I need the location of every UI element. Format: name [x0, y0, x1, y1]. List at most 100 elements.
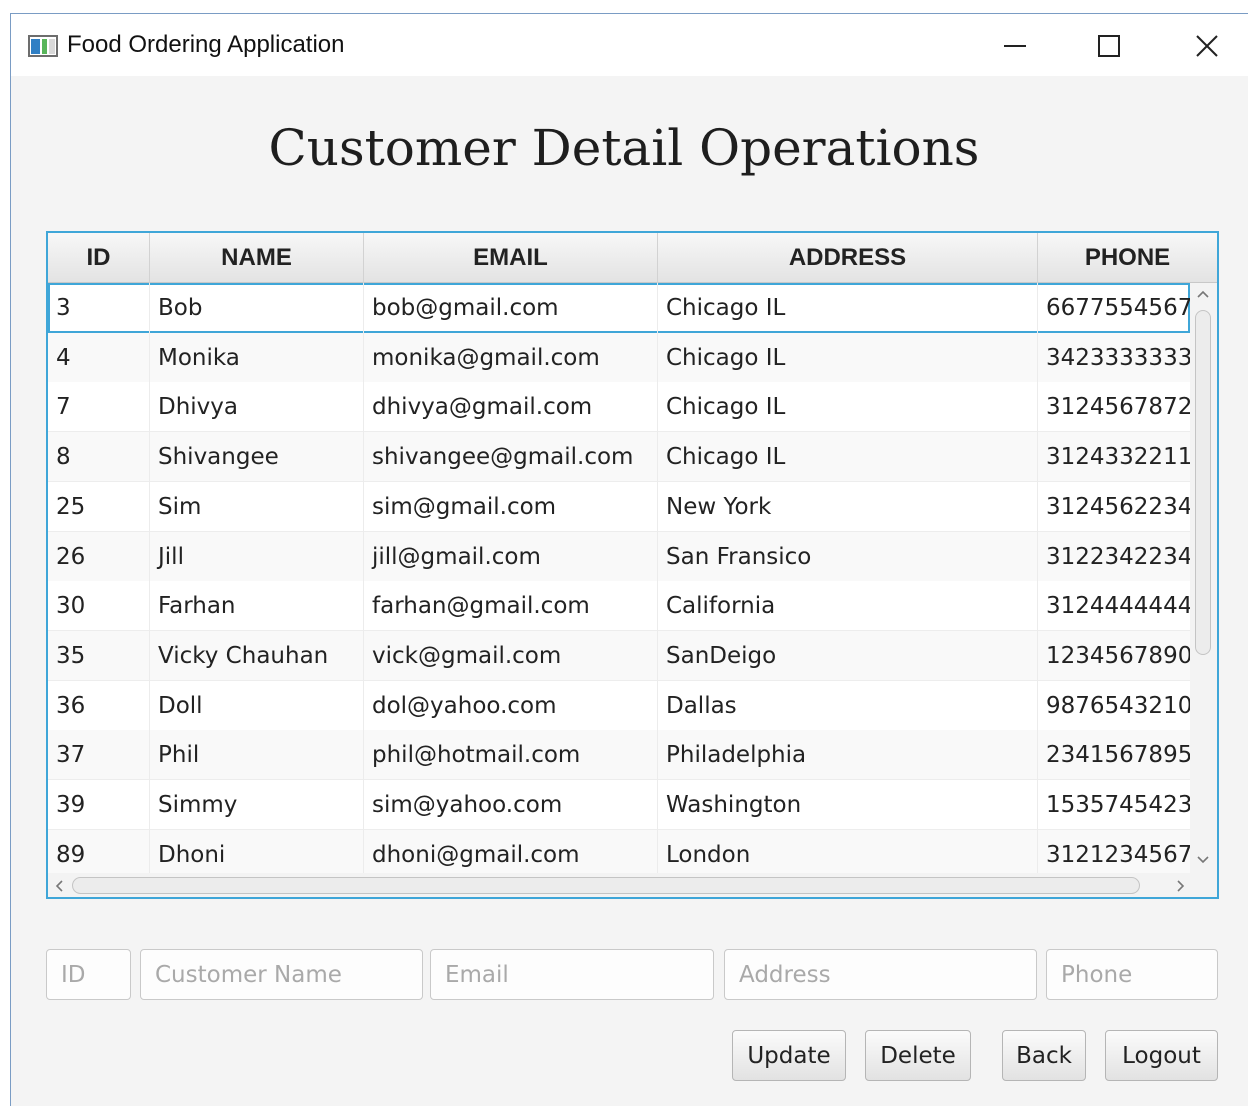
customer-table[interactable]: ID NAME EMAIL ADDRESS PHONE 3 Bob bob@gmai… [46, 231, 1219, 899]
table-row[interactable]: 25 Sim sim@gmail.com New York 3124562234 [48, 481, 1190, 532]
cell-id: 36 [48, 680, 150, 731]
cell-phone: 3124332211 [1046, 444, 1190, 471]
table-row[interactable]: 39 Simmy sim@yahoo.com Washington 1535745423 [48, 780, 1190, 830]
cell-id: 35 [48, 630, 150, 681]
cell-email: farhan@gmail.com [364, 581, 658, 632]
cell-address: SanDeigo [658, 630, 1038, 681]
cell-email: vick@gmail.com [364, 630, 658, 681]
cell-address: Philadelphia [658, 730, 1038, 781]
scroll-left-icon[interactable] [52, 879, 66, 893]
cell-id: 7 [48, 382, 150, 433]
table-row[interactable]: 8 Shivangee shivangee@gmail.com Chicago IL 3… [48, 432, 1190, 483]
cell-email: bob@gmail.com [364, 283, 658, 333]
cell-address: New York [658, 481, 1038, 532]
table-header: ID NAME EMAIL ADDRESS PHONE [48, 233, 1217, 283]
close-button[interactable] [1185, 24, 1229, 68]
table-row[interactable]: 89 Dhoni dhoni@gmail.com London 3121234567 [48, 829, 1190, 873]
cell-email: jill@gmail.com [364, 531, 658, 582]
cell-name: Vicky Chauhan [150, 630, 364, 681]
horizontal-scrollbar[interactable] [48, 873, 1217, 897]
update-button[interactable]: Update [732, 1030, 846, 1081]
cell-name: Farhan [150, 581, 364, 632]
cell-address: Chicago IL [658, 332, 1038, 383]
table-row[interactable]: 37 Phil phil@hotmail.com Philadelphia 234156… [48, 730, 1190, 781]
vertical-scrollbar[interactable] [1190, 283, 1217, 873]
cell-email: monika@gmail.com [364, 332, 658, 383]
cell-phone: 3423333333 [1046, 344, 1190, 371]
cell-address: Chicago IL [658, 283, 1038, 333]
column-header-id[interactable]: ID [48, 233, 150, 283]
cell-email: dhivya@gmail.com [364, 382, 658, 433]
cell-phone: 3124562234 [1046, 493, 1190, 520]
logout-button[interactable]: Logout [1105, 1030, 1218, 1081]
cell-phone: 1234567890 [1046, 642, 1190, 669]
column-header-name[interactable]: NAME [150, 233, 364, 283]
table-row[interactable]: 4 Monika monika@gmail.com Chicago IL 3423333… [48, 332, 1190, 383]
delete-button[interactable]: Delete [865, 1030, 971, 1081]
cell-name: Dhivya [150, 382, 364, 433]
table-row[interactable]: 30 Farhan farhan@gmail.com California 312444… [48, 581, 1190, 632]
scroll-down-icon[interactable] [1196, 853, 1210, 867]
cell-address: London [658, 829, 1038, 873]
cell-name: Bob [150, 283, 364, 333]
cell-id: 26 [48, 531, 150, 582]
cell-name: Phil [150, 730, 364, 781]
minimize-icon [1004, 45, 1026, 47]
cell-address: Dallas [658, 680, 1038, 731]
close-icon [1196, 35, 1218, 57]
cell-phone: 9876543210 [1046, 692, 1190, 719]
cell-id: 30 [48, 581, 150, 632]
table-row[interactable]: 36 Doll dol@yahoo.com Dallas 9876543210 [48, 680, 1190, 731]
phone-input[interactable] [1046, 949, 1218, 1000]
cell-id: 3 [48, 283, 150, 333]
cell-email: shivangee@gmail.com [364, 432, 658, 483]
app-window-icon [28, 35, 58, 57]
table-row[interactable]: 35 Vicky Chauhan vick@gmail.com SanDeigo 123… [48, 630, 1190, 681]
maximize-button[interactable] [1087, 24, 1131, 68]
scroll-up-icon[interactable] [1196, 287, 1210, 301]
table-row[interactable]: 7 Dhivya dhivya@gmail.com Chicago IL 3124567… [48, 382, 1190, 433]
address-input[interactable] [724, 949, 1037, 1000]
back-button[interactable]: Back [1002, 1030, 1086, 1081]
cell-phone: 3124567872 [1046, 394, 1190, 421]
cell-address: Chicago IL [658, 382, 1038, 433]
cell-address: San Fransico [658, 531, 1038, 582]
horizontal-scroll-thumb[interactable] [72, 877, 1140, 894]
title-bar[interactable]: Food Ordering Application [11, 14, 1248, 76]
cell-phone: 3124444444 [1046, 593, 1190, 620]
cell-id: 25 [48, 481, 150, 532]
vertical-scroll-thumb[interactable] [1195, 310, 1211, 655]
cell-id: 89 [48, 829, 150, 873]
cell-name: Shivangee [150, 432, 364, 483]
cell-email: sim@gmail.com [364, 481, 658, 532]
table-row[interactable]: 26 Jill jill@gmail.com San Fransico 31223422… [48, 531, 1190, 582]
cell-id: 4 [48, 332, 150, 383]
cell-phone: 2341567895 [1046, 742, 1190, 769]
cell-name: Simmy [150, 780, 364, 830]
column-header-email[interactable]: EMAIL [364, 233, 658, 283]
cell-name: Monika [150, 332, 364, 383]
cell-name: Sim [150, 481, 364, 532]
cell-id: 8 [48, 432, 150, 483]
cell-address: Washington [658, 780, 1038, 830]
cell-email: phil@hotmail.com [364, 730, 658, 781]
cell-address: Chicago IL [658, 432, 1038, 483]
cell-phone: 6677554567 [1046, 295, 1190, 321]
cell-phone: 1535745423 [1046, 792, 1190, 818]
cell-name: Doll [150, 680, 364, 731]
customer-name-input[interactable] [140, 949, 423, 1000]
table-row[interactable]: 3 Bob bob@gmail.com Chicago IL 6677554567 [48, 283, 1190, 333]
cell-email: dol@yahoo.com [364, 680, 658, 731]
maximize-icon [1098, 35, 1120, 57]
minimize-button[interactable] [993, 24, 1037, 68]
cell-email: dhoni@gmail.com [364, 829, 658, 873]
column-header-phone[interactable]: PHONE [1038, 233, 1217, 283]
cell-email: sim@yahoo.com [364, 780, 658, 830]
column-header-address[interactable]: ADDRESS [658, 233, 1038, 283]
scroll-right-icon[interactable] [1174, 879, 1188, 893]
table-body: 3 Bob bob@gmail.com Chicago IL 6677554567 4 Mo… [48, 283, 1190, 873]
id-input[interactable] [46, 949, 131, 1000]
window-title: Food Ordering Application [67, 31, 345, 58]
email-input[interactable] [430, 949, 714, 1000]
cell-id: 39 [48, 780, 150, 830]
